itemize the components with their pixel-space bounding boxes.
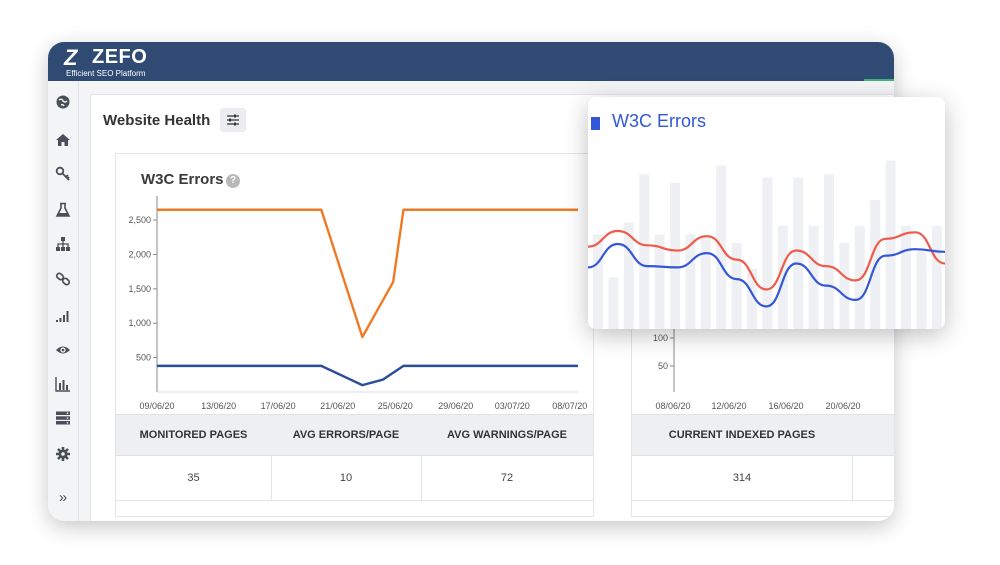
w3c-errors-popup: W3C Errors bbox=[588, 97, 945, 329]
server-icon[interactable] bbox=[54, 409, 72, 427]
home-icon[interactable] bbox=[54, 131, 72, 149]
background-bar bbox=[670, 182, 680, 329]
stats-header: MONITORED PAGES AVG ERRORS/PAGE AVG WARN… bbox=[116, 414, 593, 456]
stat-header-avg-warnings: AVG WARNINGS/PAGE bbox=[447, 429, 567, 441]
series-line bbox=[157, 208, 578, 339]
y-tick-label: 1,000 bbox=[128, 318, 151, 328]
sidebar: » bbox=[48, 81, 79, 521]
background-bar bbox=[885, 160, 896, 329]
eye-icon[interactable] bbox=[54, 341, 72, 359]
signal-icon[interactable] bbox=[54, 306, 72, 324]
topbar-accent bbox=[864, 79, 894, 81]
y-tick-label: 1,500 bbox=[128, 284, 151, 294]
y-tick-label: 100 bbox=[653, 333, 668, 343]
background-bar bbox=[824, 174, 834, 329]
y-tick-label: 2,500 bbox=[128, 215, 151, 225]
x-tick-label: 08/07/20 bbox=[552, 401, 587, 411]
x-tick-label: 09/06/20 bbox=[139, 401, 174, 411]
y-tick-label: 50 bbox=[658, 361, 668, 371]
expand-sidebar-icon[interactable]: » bbox=[54, 489, 72, 507]
background-bar bbox=[793, 177, 804, 329]
background-bar bbox=[700, 234, 711, 329]
x-tick-label: 03/07/20 bbox=[495, 401, 530, 411]
globe-icon[interactable] bbox=[54, 93, 72, 111]
background-bar bbox=[639, 174, 650, 329]
x-tick-label: 17/06/20 bbox=[261, 401, 296, 411]
x-tick-label: 21/06/20 bbox=[320, 401, 355, 411]
help-icon[interactable]: ? bbox=[226, 174, 240, 188]
stat-value-avg-warnings: 72 bbox=[500, 472, 514, 484]
background-bar bbox=[839, 243, 850, 329]
background-bar bbox=[901, 225, 911, 329]
w3c-errors-chart: 2,500 2,000 1,500 1,000 500 09/06/20 13/06/20 1… bbox=[128, 196, 587, 411]
panel-title: W3C Errors bbox=[141, 171, 224, 188]
filter-button[interactable] bbox=[220, 108, 246, 132]
x-tick-label: 29/06/20 bbox=[438, 401, 473, 411]
background-bar bbox=[608, 277, 619, 329]
w3c-errors-panel: W3C Errors ? 2,500 2,000 1,500 1,000 500 09/0… bbox=[115, 153, 594, 517]
background-bar bbox=[731, 243, 742, 329]
stat-header-monitored-pages: MONITORED PAGES bbox=[139, 429, 248, 441]
y-tick-label: 2,000 bbox=[128, 249, 151, 259]
x-tick-label: 25/06/20 bbox=[378, 401, 413, 411]
x-tick-label: 16/06/20 bbox=[768, 401, 803, 411]
logo-tagline: Efficient SEO Platform bbox=[66, 69, 146, 78]
x-tick-label: 20/06/20 bbox=[825, 401, 860, 411]
stats-values: 35 10 72 bbox=[116, 456, 593, 501]
stat-header-avg-errors: AVG ERRORS/PAGE bbox=[292, 429, 400, 441]
x-tick-label: 12/06/20 bbox=[711, 401, 746, 411]
stats-header: CURRENT INDEXED PAGES bbox=[632, 414, 894, 456]
logo-name: ZEFO bbox=[92, 46, 148, 68]
popup-chart bbox=[588, 160, 945, 329]
y-tick-label: 500 bbox=[136, 353, 151, 363]
stat-value-monitored-pages: 35 bbox=[116, 456, 272, 500]
background-bar bbox=[931, 225, 942, 329]
sitemap-icon[interactable] bbox=[54, 235, 72, 253]
stat-value-current-indexed-pages: 314 bbox=[632, 456, 853, 500]
logo-mark: Z bbox=[64, 45, 78, 70]
x-tick-label: 08/06/20 bbox=[655, 401, 690, 411]
background-bar bbox=[593, 234, 603, 329]
flask-icon[interactable] bbox=[54, 201, 72, 219]
x-tick-label: 13/06/20 bbox=[201, 401, 236, 411]
stat-value-avg-errors: 10 bbox=[271, 456, 422, 500]
page-title: Website Health bbox=[103, 112, 211, 129]
series-line bbox=[157, 364, 578, 387]
stat-header-current-indexed-pages: CURRENT INDEXED PAGES bbox=[668, 429, 816, 441]
key-icon[interactable] bbox=[54, 165, 72, 183]
link-icon[interactable] bbox=[54, 270, 72, 288]
background-bar bbox=[916, 251, 927, 329]
bar-chart-icon[interactable] bbox=[54, 375, 72, 393]
top-bar: Z ZEFO Efficient SEO Platform bbox=[48, 42, 894, 81]
sliders-icon bbox=[227, 114, 239, 126]
stats-values: 314 bbox=[632, 456, 894, 501]
gear-icon[interactable] bbox=[54, 445, 72, 463]
